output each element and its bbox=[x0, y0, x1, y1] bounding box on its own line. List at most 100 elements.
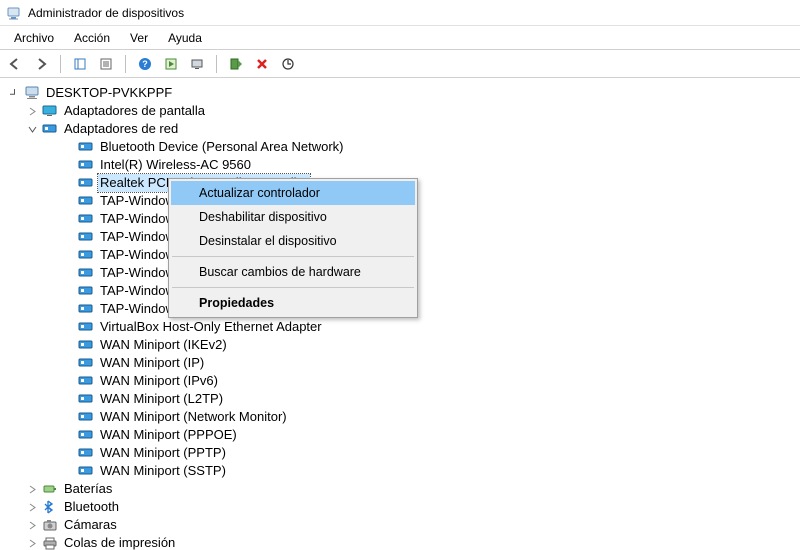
tree-category-label: Colas de impresión bbox=[62, 534, 177, 550]
update-driver-button[interactable] bbox=[277, 53, 299, 75]
tree-device-item[interactable]: WAN Miniport (SSTP) bbox=[8, 462, 800, 480]
context-disable-device[interactable]: Deshabilitar dispositivo bbox=[171, 205, 415, 229]
network-adapter-icon bbox=[42, 122, 58, 136]
menu-help[interactable]: Ayuda bbox=[158, 28, 212, 48]
bluetooth-icon bbox=[42, 500, 58, 514]
properties-button[interactable] bbox=[95, 53, 117, 75]
help-button[interactable]: ? bbox=[134, 53, 156, 75]
forward-button[interactable] bbox=[30, 53, 52, 75]
tree-device-label: WAN Miniport (Network Monitor) bbox=[98, 408, 289, 426]
tree-category[interactable]: Cámaras bbox=[8, 516, 800, 534]
tree-spacer bbox=[62, 357, 74, 369]
menu-view[interactable]: Ver bbox=[120, 28, 158, 48]
tree-spacer bbox=[62, 321, 74, 333]
tree-device-item[interactable]: WAN Miniport (Network Monitor) bbox=[8, 408, 800, 426]
menu-action[interactable]: Acción bbox=[64, 28, 120, 48]
context-uninstall-device[interactable]: Desinstalar el dispositivo bbox=[171, 229, 415, 253]
context-menu: Actualizar controlador Deshabilitar disp… bbox=[168, 178, 418, 318]
network-adapter-icon bbox=[78, 158, 94, 172]
tree-device-label: VirtualBox Host-Only Ethernet Adapter bbox=[98, 318, 324, 336]
expand-icon[interactable] bbox=[26, 537, 38, 549]
network-adapter-icon bbox=[78, 392, 94, 406]
tree-category-label: Adaptadores de pantalla bbox=[62, 102, 207, 120]
tree-category[interactable]: Colas de impresión bbox=[8, 534, 800, 550]
disable-device-button[interactable] bbox=[251, 53, 273, 75]
context-scan-hardware[interactable]: Buscar cambios de hardware bbox=[171, 260, 415, 284]
expand-icon[interactable] bbox=[26, 483, 38, 495]
tree-spacer bbox=[62, 177, 74, 189]
network-adapter-icon bbox=[78, 428, 94, 442]
tree-spacer bbox=[62, 213, 74, 225]
tree-device-label: WAN Miniport (IKEv2) bbox=[98, 336, 229, 354]
network-adapter-icon bbox=[78, 320, 94, 334]
network-adapter-icon bbox=[78, 212, 94, 226]
context-separator bbox=[172, 287, 414, 288]
network-adapter-icon bbox=[78, 266, 94, 280]
context-properties[interactable]: Propiedades bbox=[171, 291, 415, 315]
network-adapter-icon bbox=[78, 464, 94, 478]
tree-device-item[interactable]: WAN Miniport (L2TP) bbox=[8, 390, 800, 408]
toolbar: ? bbox=[0, 50, 800, 78]
collapse-icon[interactable] bbox=[8, 87, 20, 99]
device-manager-icon bbox=[6, 5, 22, 21]
tree-spacer bbox=[62, 195, 74, 207]
tree-category[interactable]: Adaptadores de red bbox=[8, 120, 800, 138]
tree-device-label: WAN Miniport (IPv6) bbox=[98, 372, 220, 390]
expand-icon[interactable] bbox=[26, 501, 38, 513]
tree-spacer bbox=[62, 429, 74, 441]
enable-device-button[interactable] bbox=[225, 53, 247, 75]
tree-spacer bbox=[62, 159, 74, 171]
computer-icon bbox=[24, 86, 40, 100]
tree-device-label: WAN Miniport (IP) bbox=[98, 354, 206, 372]
tree-category-label: Cámaras bbox=[62, 516, 119, 534]
tree-spacer bbox=[62, 249, 74, 261]
tree-category[interactable]: Bluetooth bbox=[8, 498, 800, 516]
back-button[interactable] bbox=[4, 53, 26, 75]
tree-spacer bbox=[62, 375, 74, 387]
tree-device-item[interactable]: Bluetooth Device (Personal Area Network) bbox=[8, 138, 800, 156]
tree-device-item[interactable]: WAN Miniport (PPPOE) bbox=[8, 426, 800, 444]
expand-icon[interactable] bbox=[26, 519, 38, 531]
network-adapter-icon bbox=[78, 248, 94, 262]
collapse-icon[interactable] bbox=[26, 123, 38, 135]
tree-device-label: WAN Miniport (L2TP) bbox=[98, 390, 225, 408]
tree-category[interactable]: Adaptadores de pantalla bbox=[8, 102, 800, 120]
display-adapter-icon bbox=[42, 104, 58, 118]
tree-device-item[interactable]: WAN Miniport (IKEv2) bbox=[8, 336, 800, 354]
network-adapter-icon bbox=[78, 338, 94, 352]
network-adapter-icon bbox=[78, 230, 94, 244]
expand-icon[interactable] bbox=[26, 105, 38, 117]
tree-spacer bbox=[62, 411, 74, 423]
tree-device-item[interactable]: Intel(R) Wireless-AC 9560 bbox=[8, 156, 800, 174]
tree-device-label: WAN Miniport (PPTP) bbox=[98, 444, 228, 462]
toolbar-separator bbox=[60, 55, 61, 73]
tree-device-label: Bluetooth Device (Personal Area Network) bbox=[98, 138, 346, 156]
tree-category[interactable]: Baterías bbox=[8, 480, 800, 498]
action-button[interactable] bbox=[160, 53, 182, 75]
toolbar-separator bbox=[125, 55, 126, 73]
tree-device-item[interactable]: VirtualBox Host-Only Ethernet Adapter bbox=[8, 318, 800, 336]
tree-root[interactable]: DESKTOP-PVKKPPF bbox=[8, 84, 800, 102]
show-hide-tree-button[interactable] bbox=[69, 53, 91, 75]
scan-hardware-button[interactable] bbox=[186, 53, 208, 75]
network-adapter-icon bbox=[78, 302, 94, 316]
network-adapter-icon bbox=[78, 356, 94, 370]
tree-device-item[interactable]: WAN Miniport (IPv6) bbox=[8, 372, 800, 390]
tree-spacer bbox=[62, 303, 74, 315]
network-adapter-icon bbox=[78, 140, 94, 154]
menu-file[interactable]: Archivo bbox=[4, 28, 64, 48]
network-adapter-icon bbox=[78, 194, 94, 208]
tree-spacer bbox=[62, 447, 74, 459]
network-adapter-icon bbox=[78, 410, 94, 424]
tree-device-item[interactable]: WAN Miniport (IP) bbox=[8, 354, 800, 372]
network-adapter-icon bbox=[78, 176, 94, 190]
tree-device-item[interactable]: WAN Miniport (PPTP) bbox=[8, 444, 800, 462]
tree-category-label: Adaptadores de red bbox=[62, 120, 180, 138]
tree-device-label: Intel(R) Wireless-AC 9560 bbox=[98, 156, 253, 174]
titlebar: Administrador de dispositivos bbox=[0, 0, 800, 26]
tree-spacer bbox=[62, 141, 74, 153]
context-update-driver[interactable]: Actualizar controlador bbox=[171, 181, 415, 205]
tree-category-label: Baterías bbox=[62, 480, 114, 498]
tree-category-label: Bluetooth bbox=[62, 498, 121, 516]
battery-icon bbox=[42, 482, 58, 496]
